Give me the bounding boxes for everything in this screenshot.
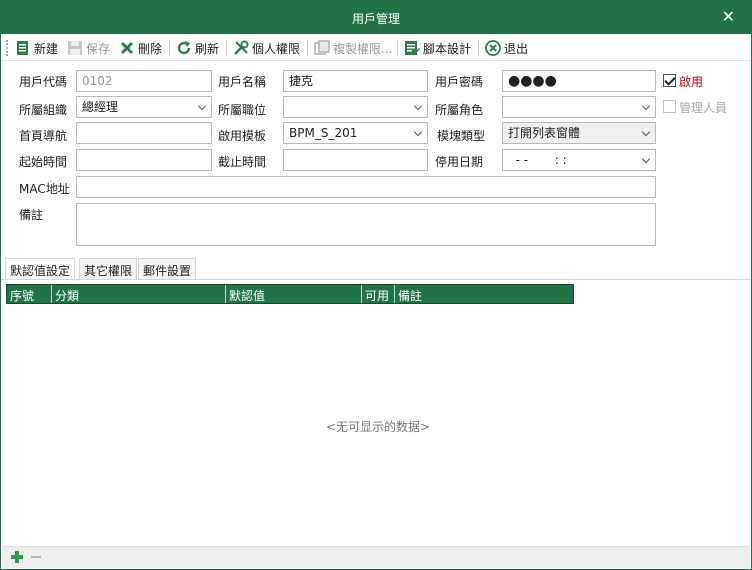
- refresh-icon: [176, 40, 192, 56]
- toolbar-separator: [226, 40, 227, 56]
- delete-button-label: 刪除: [138, 41, 163, 56]
- close-icon[interactable]: ✕: [722, 7, 735, 26]
- personal-permissions-button[interactable]: 個人權限: [233, 38, 300, 58]
- remark-label: 備註: [19, 208, 44, 222]
- org-select[interactable]: 總經理: [76, 96, 212, 118]
- admin-label: 管理人員: [679, 101, 728, 115]
- tab-divider: [1, 279, 751, 280]
- end-time-field[interactable]: [283, 149, 428, 171]
- refresh-button[interactable]: 刷新: [176, 38, 219, 58]
- position-label: 所屬職位: [218, 103, 267, 117]
- start-time-label: 起始時間: [19, 155, 68, 169]
- save-button-label: 保存: [86, 41, 111, 56]
- column-header-remark[interactable]: 備註: [395, 285, 573, 303]
- copy-permissions-button[interactable]: 複製權限...: [314, 38, 392, 58]
- exit-circle-x-icon: [485, 40, 501, 56]
- role-select[interactable]: [502, 96, 656, 118]
- save-button[interactable]: 保存: [67, 38, 110, 58]
- exit-button-label: 退出: [504, 41, 529, 56]
- new-button-label: 新建: [34, 41, 59, 56]
- tab-default-values[interactable]: 默認值設定: [5, 258, 76, 281]
- new-button[interactable]: 新建: [15, 38, 58, 58]
- password-label: 用戶密碼: [435, 75, 484, 89]
- toolbar-separator: [169, 40, 170, 56]
- column-header-seq[interactable]: 序號: [7, 285, 52, 303]
- column-header-category[interactable]: 分類: [52, 285, 226, 303]
- user-code-label: 用戶代碼: [19, 75, 68, 89]
- template-select[interactable]: BPM_S_201: [283, 122, 428, 144]
- enabled-label: 啟用: [679, 75, 704, 89]
- remark-textarea[interactable]: [76, 203, 656, 246]
- copy-permissions-label: 複製權限...: [333, 41, 393, 56]
- grid-footer: [2, 546, 750, 568]
- save-icon: [67, 40, 83, 56]
- org-label: 所屬組織: [19, 103, 68, 117]
- end-time-label: 截止時間: [218, 155, 267, 169]
- tab-other-permissions[interactable]: 其它權限: [79, 258, 138, 280]
- enabled-checkbox[interactable]: [663, 74, 676, 87]
- delete-x-icon: [119, 40, 135, 56]
- module-type-select[interactable]: 打開列表窗體: [502, 122, 656, 144]
- home-nav-field[interactable]: [76, 122, 212, 144]
- toolbar: 新建 保存 刪除 刷新 個人權限 複製權限... 腳本設計 退出: [1, 35, 751, 61]
- tools-icon: [233, 40, 249, 56]
- position-select[interactable]: [283, 96, 428, 118]
- disable-date-picker[interactable]: - - : :: [502, 149, 656, 171]
- toolbar-separator: [397, 40, 398, 56]
- column-header-default-value[interactable]: 默認值: [226, 285, 362, 303]
- role-label: 所屬角色: [435, 103, 484, 117]
- toolbar-grip[interactable]: [6, 40, 8, 56]
- user-management-window: 用戶管理 ✕ 新建 保存 刪除 刷新 個人權限 複製權限... 腳本設計 退出 …: [0, 0, 752, 570]
- script-doc-icon: [404, 40, 420, 56]
- user-name-field[interactable]: 捷克: [283, 70, 428, 92]
- script-design-label: 腳本設計: [423, 41, 472, 56]
- default-values-grid[interactable]: 序號 分類 默認值 可用 備註 <无可显示的数据>: [6, 281, 750, 547]
- refresh-button-label: 刷新: [195, 41, 220, 56]
- user-name-label: 用戶名稱: [218, 75, 267, 89]
- add-row-icon[interactable]: [11, 551, 23, 563]
- password-field[interactable]: ●●●●: [502, 70, 656, 92]
- tab-mail-settings[interactable]: 郵件設置: [138, 258, 197, 280]
- title-bar: 用戶管理 ✕: [1, 1, 751, 34]
- window-title: 用戶管理: [351, 12, 400, 26]
- column-header-available[interactable]: 可用: [362, 285, 395, 303]
- empty-grid-message: <无可显示的数据>: [325, 420, 431, 434]
- admin-checkbox[interactable]: [663, 100, 676, 113]
- disable-date-label: 停用日期: [435, 155, 484, 169]
- new-doc-icon: [15, 40, 31, 56]
- template-label: 啟用模板: [218, 129, 267, 143]
- start-time-field[interactable]: [76, 149, 212, 171]
- mac-field[interactable]: [76, 176, 656, 198]
- personal-permissions-label: 個人權限: [252, 41, 301, 56]
- mac-label: MAC地址: [19, 182, 70, 196]
- toolbar-separator: [478, 40, 479, 56]
- delete-button[interactable]: 刪除: [119, 38, 162, 58]
- grid-header: 序號 分類 默認值 可用 備註: [6, 284, 574, 304]
- user-code-field[interactable]: 0102: [76, 70, 212, 92]
- exit-button[interactable]: 退出: [485, 38, 528, 58]
- remove-row-icon[interactable]: [30, 551, 42, 563]
- module-type-label: 模塊類型: [437, 129, 486, 143]
- toolbar-separator: [307, 40, 308, 56]
- copy-permissions-icon: [314, 40, 330, 56]
- home-nav-label: 首頁導航: [19, 129, 68, 143]
- script-design-button[interactable]: 腳本設計: [404, 38, 471, 58]
